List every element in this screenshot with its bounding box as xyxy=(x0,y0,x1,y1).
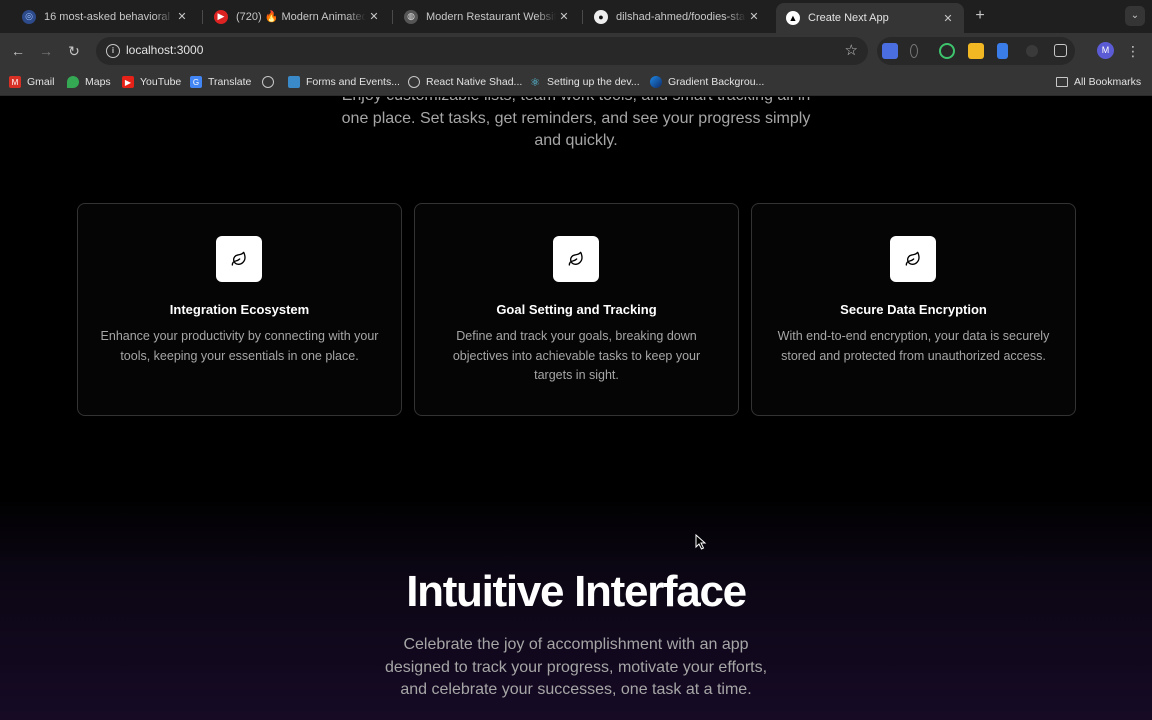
maps-icon xyxy=(67,76,79,88)
feature-icon-box xyxy=(553,236,599,282)
close-icon[interactable]: ✕ xyxy=(746,10,762,23)
nextjs-icon: ▲ xyxy=(786,11,800,25)
back-arrow-icon[interactable]: ← xyxy=(8,41,28,61)
tab-divider xyxy=(202,10,203,24)
bookmark-label: YouTube xyxy=(140,76,182,88)
feature-description: With end-to-end encryption, your data is… xyxy=(777,329,1050,363)
reload-icon[interactable]: ↻ xyxy=(64,41,84,61)
bookmark-label: Gradient Backgrou... xyxy=(668,76,765,88)
feature-icon-box xyxy=(890,236,936,282)
github-icon: ● xyxy=(594,9,608,24)
feature-icon-box xyxy=(216,236,262,282)
youtube-icon: ▶ xyxy=(214,9,228,24)
globe-icon xyxy=(262,76,274,88)
bookmarks-bar: M Gmail Maps ▶ YouTube G Translate Forms… xyxy=(0,68,1152,96)
close-icon[interactable]: ✕ xyxy=(174,10,190,23)
bookmark-forms-events[interactable]: Forms and Events... xyxy=(288,74,400,90)
bookmark-setting-up-dev[interactable]: ⚛ Setting up the dev... xyxy=(529,74,640,90)
bookmark-star-icon[interactable]: ☆ xyxy=(845,41,858,59)
forward-arrow-icon[interactable]: → xyxy=(36,41,56,61)
hidden-extension-icon[interactable] xyxy=(1026,45,1038,57)
leaf-icon xyxy=(568,251,583,266)
browser-toolbar: ← → ↻ i localhost:3000 ☆ M ⋮ xyxy=(0,33,1152,68)
bookmark-label: Gmail xyxy=(27,76,55,88)
close-icon[interactable]: ✕ xyxy=(556,10,572,23)
tab-restaurant-website[interactable]: ◍ Modern Restaurant Website ✕ xyxy=(394,4,580,29)
tab-search-chevron-icon[interactable]: ⌄ xyxy=(1125,6,1145,26)
all-bookmarks-label: All Bookmarks xyxy=(1074,76,1142,88)
tab-title: (720) 🔥 Modern Animated React Website xyxy=(236,11,366,23)
tab-divider xyxy=(392,10,393,24)
section-subtext-wrap: Celebrate the joy of accomplishment with… xyxy=(0,634,1152,702)
address-bar[interactable]: i localhost:3000 ☆ xyxy=(96,37,868,65)
grammarly-extension-icon[interactable] xyxy=(939,43,955,59)
tab-divider xyxy=(582,10,583,24)
forms-icon xyxy=(288,76,300,88)
tab-behavioral-interview[interactable]: ◎ 16 most-asked behavioral interview que… xyxy=(12,4,198,29)
tab-github-repo[interactable]: ● dilshad-ahmed/foodies-starter ✕ xyxy=(584,4,770,29)
features-intro: Enjoy customizable lists, team work tool… xyxy=(0,97,1152,153)
bookmark-label: Maps xyxy=(85,76,111,88)
feature-description: Enhance your productivity by connecting … xyxy=(100,329,379,363)
ai-extension-icon[interactable] xyxy=(910,44,918,58)
all-bookmarks[interactable]: All Bookmarks xyxy=(1056,74,1141,90)
section-subtext: Celebrate the joy of accomplishment with… xyxy=(384,636,768,698)
section-headline: Intuitive Interface xyxy=(406,567,747,616)
youtube-icon: ▶ xyxy=(122,76,134,88)
new-tab-plus-icon[interactable]: + xyxy=(970,6,990,26)
gmail-icon: M xyxy=(9,76,21,88)
puzzle-extensions-icon[interactable] xyxy=(1054,44,1067,57)
folder-icon xyxy=(1056,77,1068,87)
bookmark-globe[interactable] xyxy=(262,74,280,90)
a-extension-icon[interactable] xyxy=(968,43,984,59)
bookmark-label: Setting up the dev... xyxy=(547,76,640,88)
gradient-icon xyxy=(650,76,662,88)
react-icon: ⚛ xyxy=(530,76,540,89)
extensions-group xyxy=(877,37,1075,65)
leaf-icon xyxy=(905,251,920,266)
browser-tab-strip: ◎ 16 most-asked behavioral interview que… xyxy=(0,0,1152,33)
site-info-icon[interactable]: i xyxy=(106,44,120,58)
url-text[interactable]: localhost:3000 xyxy=(126,43,203,57)
feature-title: Secure Data Encryption xyxy=(840,302,987,317)
bookmark-label: React Native Shad... xyxy=(426,76,523,88)
menu-kebab-icon[interactable]: ⋮ xyxy=(1126,41,1140,61)
leaf-icon xyxy=(231,251,246,266)
tab-create-next-app[interactable]: ▲ Create Next App ✕ xyxy=(776,3,964,33)
globe-blue-icon: ◎ xyxy=(22,9,36,24)
bookmark-maps[interactable]: Maps xyxy=(67,74,111,90)
feature-title: Goal Setting and Tracking xyxy=(496,302,657,317)
document-extension-icon[interactable] xyxy=(997,43,1008,59)
bookmark-react-native-shad[interactable]: React Native Shad... xyxy=(408,74,522,90)
tab-title: 16 most-asked behavioral interview quest… xyxy=(44,10,174,23)
translate-icon: G xyxy=(190,76,202,88)
tab-title: Create Next App xyxy=(808,12,889,24)
translate-extension-icon[interactable] xyxy=(882,43,898,59)
profile-avatar[interactable]: M xyxy=(1097,42,1114,59)
bookmark-label: Translate xyxy=(208,76,252,88)
feature-description: Define and track your goals, breaking do… xyxy=(452,329,701,382)
globe-icon xyxy=(408,76,420,88)
bookmark-gradient-background[interactable]: Gradient Backgrou... xyxy=(650,74,764,90)
mouse-pointer-icon xyxy=(695,534,707,550)
bookmark-translate[interactable]: G Translate xyxy=(190,74,251,90)
feature-title: Integration Ecosystem xyxy=(169,302,310,317)
intro-text: Enjoy customizable lists, team work tool… xyxy=(341,97,811,149)
feature-card-encryption: Secure Data Encryption With end-to-end e… xyxy=(751,203,1076,416)
page-viewport: Enjoy customizable lists, team work tool… xyxy=(0,97,1152,720)
close-icon[interactable]: ✕ xyxy=(366,10,382,23)
feature-card-goal-setting: Goal Setting and Tracking Define and tra… xyxy=(414,203,739,416)
feature-card-integration: Integration Ecosystem Enhance your produ… xyxy=(77,203,402,416)
bookmark-gmail[interactable]: M Gmail xyxy=(9,74,54,90)
globe-icon: ◍ xyxy=(404,9,418,24)
bookmark-label: Forms and Events... xyxy=(306,76,400,88)
tab-title: Modern Restaurant Website xyxy=(426,10,556,23)
bookmark-youtube[interactable]: ▶ YouTube xyxy=(122,74,181,90)
tab-youtube-video[interactable]: ▶ (720) 🔥 Modern Animated React Website … xyxy=(204,4,390,29)
close-icon[interactable]: ✕ xyxy=(940,12,956,25)
tab-title: dilshad-ahmed/foodies-starter xyxy=(616,10,746,23)
